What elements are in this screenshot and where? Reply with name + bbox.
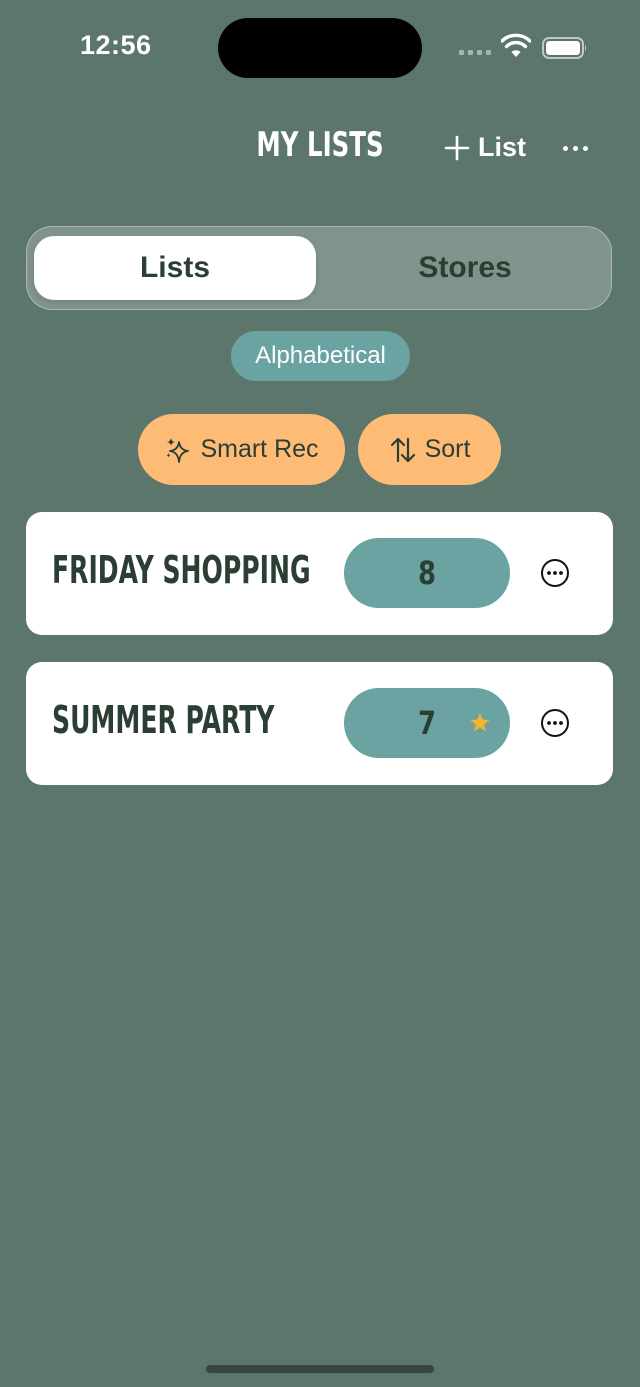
battery-icon bbox=[542, 37, 587, 59]
home-indicator[interactable] bbox=[206, 1365, 434, 1373]
ellipsis-circle-icon[interactable] bbox=[540, 558, 570, 588]
sparkles-icon bbox=[166, 437, 190, 463]
sort-button[interactable]: Sort bbox=[358, 414, 501, 485]
add-list-button[interactable]: List bbox=[444, 132, 526, 163]
dynamic-island bbox=[218, 18, 422, 78]
star-icon bbox=[470, 713, 490, 732]
tab-stores[interactable]: Stores bbox=[320, 236, 610, 300]
ellipsis-icon bbox=[563, 146, 568, 151]
list-name: FRIDAY SHOPPING bbox=[52, 548, 311, 592]
sort-label: Sort bbox=[424, 435, 471, 463]
list-name: SUMMER PARTY bbox=[52, 698, 275, 742]
sort-order-chip[interactable]: Alphabetical bbox=[231, 331, 410, 381]
wifi-icon bbox=[501, 33, 531, 57]
more-options-button[interactable] bbox=[563, 146, 588, 151]
list-card[interactable]: FRIDAY SHOPPING 8 bbox=[26, 512, 613, 635]
tab-lists[interactable]: Lists bbox=[34, 236, 316, 300]
status-time: 12:56 bbox=[80, 30, 152, 60]
item-count: 8 bbox=[418, 554, 436, 592]
ellipsis-circle-icon[interactable] bbox=[540, 708, 570, 738]
item-count-badge[interactable]: 7 bbox=[344, 688, 510, 758]
plus-icon bbox=[444, 135, 470, 160]
smart-rec-button[interactable]: Smart Rec bbox=[138, 414, 345, 485]
add-list-label: List bbox=[478, 132, 527, 162]
arrow-up-down-icon bbox=[390, 437, 415, 462]
page-title: MY LISTS bbox=[256, 125, 384, 165]
list-card[interactable]: SUMMER PARTY 7 bbox=[26, 662, 613, 785]
item-count-badge[interactable]: 8 bbox=[344, 538, 510, 608]
smart-rec-label: Smart Rec bbox=[200, 435, 319, 463]
cellular-signal-icon bbox=[459, 50, 491, 55]
